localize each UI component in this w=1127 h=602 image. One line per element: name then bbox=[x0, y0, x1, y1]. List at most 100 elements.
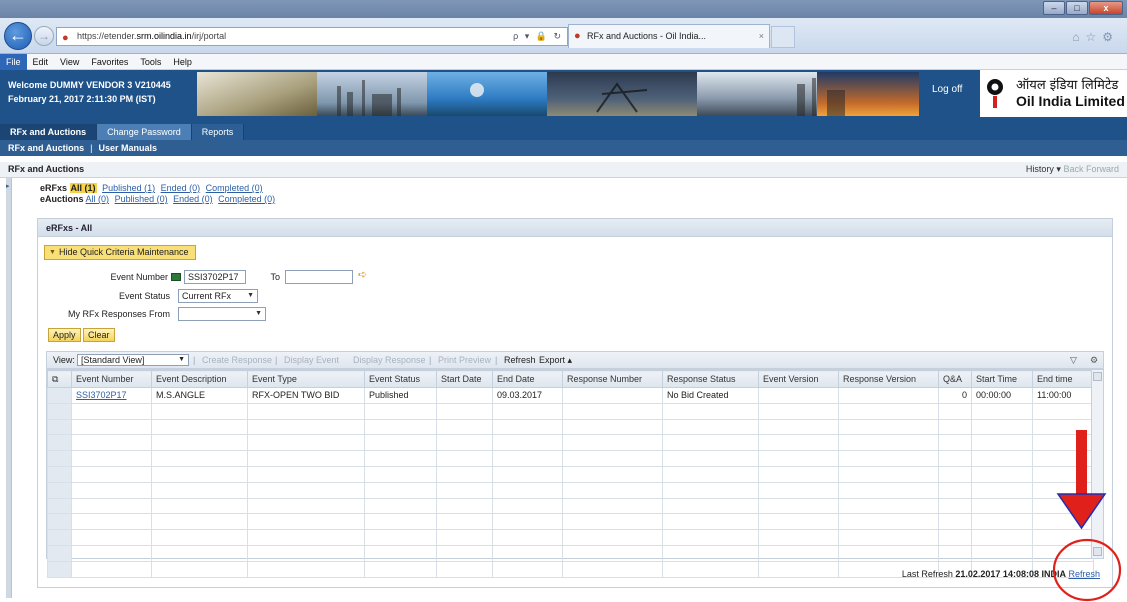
table-row[interactable] bbox=[47, 402, 1094, 420]
table-row[interactable] bbox=[47, 450, 1094, 467]
event-number-input[interactable]: SSI3702P17 bbox=[184, 270, 246, 284]
create-response-button[interactable]: Create Response bbox=[202, 352, 272, 368]
print-preview-button[interactable]: Print Preview bbox=[438, 352, 491, 368]
empty-cell bbox=[838, 465, 939, 483]
forward-link[interactable]: Forward bbox=[1086, 164, 1119, 174]
browser-tab-active[interactable]: ● RFx and Auctions - Oil India... × bbox=[568, 24, 770, 48]
home-favorites-settings-icons[interactable]: ⌂☆⚙ bbox=[1072, 30, 1119, 44]
filter-icon[interactable]: ▽ bbox=[1070, 352, 1077, 368]
row-selector[interactable] bbox=[47, 450, 72, 467]
row-selector[interactable] bbox=[47, 387, 72, 404]
row-selector[interactable] bbox=[47, 544, 72, 562]
close-button[interactable]: x bbox=[1089, 1, 1123, 15]
subnav-rfx-and-auctions[interactable]: RFx and Auctions bbox=[8, 143, 84, 153]
erfx-completed-link[interactable]: Completed (0) bbox=[206, 183, 263, 193]
erfx-all-link[interactable]: All (1) bbox=[69, 183, 97, 193]
new-tab-button[interactable] bbox=[771, 26, 795, 48]
column-header[interactable]: Start Time bbox=[971, 370, 1033, 388]
apply-button[interactable]: Apply bbox=[48, 328, 81, 342]
cell-event-description: M.S.ANGLE bbox=[151, 387, 248, 404]
column-header[interactable]: Start Date bbox=[436, 370, 493, 388]
tab-change-password[interactable]: Change Password bbox=[97, 124, 192, 140]
column-header[interactable]: Q&A bbox=[938, 370, 972, 388]
menu-view[interactable]: View bbox=[54, 54, 85, 70]
expand-arrow-icon[interactable]: ▸ bbox=[6, 182, 10, 190]
address-tools-icons[interactable]: ρ ▾ 🔒 ↻ bbox=[513, 28, 563, 45]
table-row[interactable] bbox=[47, 513, 1094, 531]
column-header[interactable]: Event Type bbox=[247, 370, 365, 388]
table-row[interactable] bbox=[47, 481, 1094, 499]
export-button[interactable]: Export ▴ bbox=[539, 352, 572, 368]
responses-from-select[interactable]: ▼ bbox=[178, 307, 266, 321]
back-arrow-icon[interactable]: ← bbox=[4, 22, 32, 50]
history-link[interactable]: History bbox=[1026, 164, 1054, 174]
eauction-all-link[interactable]: All (0) bbox=[86, 194, 110, 204]
event-status-select[interactable]: Current RFx ▼ bbox=[178, 289, 258, 303]
eauction-completed-link[interactable]: Completed (0) bbox=[218, 194, 275, 204]
event-lookup-icon[interactable] bbox=[171, 273, 181, 281]
log-off-link[interactable]: Log off bbox=[932, 84, 962, 95]
navigation-panel-handle[interactable]: ▸ bbox=[6, 178, 12, 598]
table-row[interactable]: SSI3702P17 M.S.ANGLE RFX-OPEN TWO BID Pu… bbox=[47, 387, 1094, 404]
minimize-button[interactable]: – bbox=[1043, 1, 1065, 15]
row-selector[interactable] bbox=[47, 529, 72, 546]
settings-icon[interactable]: ⚙ bbox=[1090, 352, 1098, 368]
table-row[interactable] bbox=[47, 497, 1094, 515]
column-header[interactable]: Event Number bbox=[71, 370, 152, 388]
tab-rfx-and-auctions[interactable]: RFx and Auctions bbox=[0, 124, 98, 140]
column-header[interactable]: Event Description bbox=[151, 370, 248, 388]
column-header[interactable]: Response Version bbox=[838, 370, 939, 388]
empty-cell bbox=[938, 513, 972, 531]
display-response-button[interactable]: Display Response bbox=[353, 352, 426, 368]
hide-criteria-button[interactable]: ▼ Hide Quick Criteria Maintenance bbox=[44, 245, 196, 260]
clear-button[interactable]: Clear bbox=[83, 328, 115, 342]
cell-event-number[interactable]: SSI3702P17 bbox=[71, 387, 152, 404]
eauction-ended-link[interactable]: Ended (0) bbox=[173, 194, 213, 204]
row-selector[interactable] bbox=[47, 560, 72, 578]
view-select[interactable]: [Standard View] ▼ bbox=[77, 354, 189, 366]
select-all-icon[interactable]: ⧉ bbox=[47, 370, 72, 388]
menu-edit[interactable]: Edit bbox=[27, 54, 55, 70]
table-row[interactable] bbox=[47, 529, 1094, 546]
column-header[interactable]: Event Version bbox=[758, 370, 839, 388]
display-event-button[interactable]: Display Event bbox=[284, 352, 339, 368]
row-selector[interactable] bbox=[47, 418, 72, 436]
eauction-published-link[interactable]: Published (0) bbox=[115, 194, 168, 204]
column-header[interactable]: Event Status bbox=[364, 370, 437, 388]
refresh-button[interactable]: Refresh bbox=[504, 352, 536, 368]
row-selector[interactable] bbox=[47, 481, 72, 499]
menu-help[interactable]: Help bbox=[167, 54, 198, 70]
eauction-queries-row: eAuctions All (0) Published (0) Ended (0… bbox=[40, 194, 278, 205]
address-bar[interactable]: ● https://etender.srm.oilindia.in/irj/po… bbox=[56, 27, 568, 46]
tab-reports[interactable]: Reports bbox=[191, 124, 245, 140]
row-selector[interactable] bbox=[47, 497, 72, 515]
event-number-to-input[interactable] bbox=[285, 270, 353, 284]
back-link[interactable]: Back bbox=[1063, 164, 1083, 174]
table-row[interactable] bbox=[47, 465, 1094, 483]
tab-close-icon[interactable]: × bbox=[759, 25, 764, 47]
row-selector[interactable] bbox=[47, 513, 72, 531]
table-row[interactable] bbox=[47, 418, 1094, 436]
maximize-button[interactable]: □ bbox=[1066, 1, 1088, 15]
subnav-user-manuals[interactable]: User Manuals bbox=[99, 143, 158, 153]
empty-cell bbox=[247, 529, 365, 546]
menu-file[interactable]: File bbox=[0, 53, 27, 70]
multiple-selection-icon[interactable]: ➪ bbox=[358, 268, 367, 281]
erfx-ended-link[interactable]: Ended (0) bbox=[161, 183, 201, 193]
empty-cell bbox=[562, 434, 663, 452]
row-selector[interactable] bbox=[47, 465, 72, 483]
column-header[interactable]: End Date bbox=[492, 370, 563, 388]
column-header[interactable]: End time bbox=[1032, 370, 1094, 388]
row-selector[interactable] bbox=[47, 402, 72, 420]
menu-favorites[interactable]: Favorites bbox=[85, 54, 134, 70]
scroll-up-icon[interactable] bbox=[1093, 372, 1102, 381]
table-row[interactable] bbox=[47, 544, 1094, 562]
erfx-published-link[interactable]: Published (1) bbox=[102, 183, 155, 193]
column-header[interactable]: Response Number bbox=[562, 370, 663, 388]
forward-arrow-icon[interactable]: → bbox=[34, 26, 54, 46]
menu-tools[interactable]: Tools bbox=[134, 54, 167, 70]
row-selector[interactable] bbox=[47, 434, 72, 452]
column-header[interactable]: Response Status bbox=[662, 370, 759, 388]
table-row[interactable] bbox=[47, 434, 1094, 452]
event-number-link[interactable]: SSI3702P17 bbox=[76, 390, 127, 400]
